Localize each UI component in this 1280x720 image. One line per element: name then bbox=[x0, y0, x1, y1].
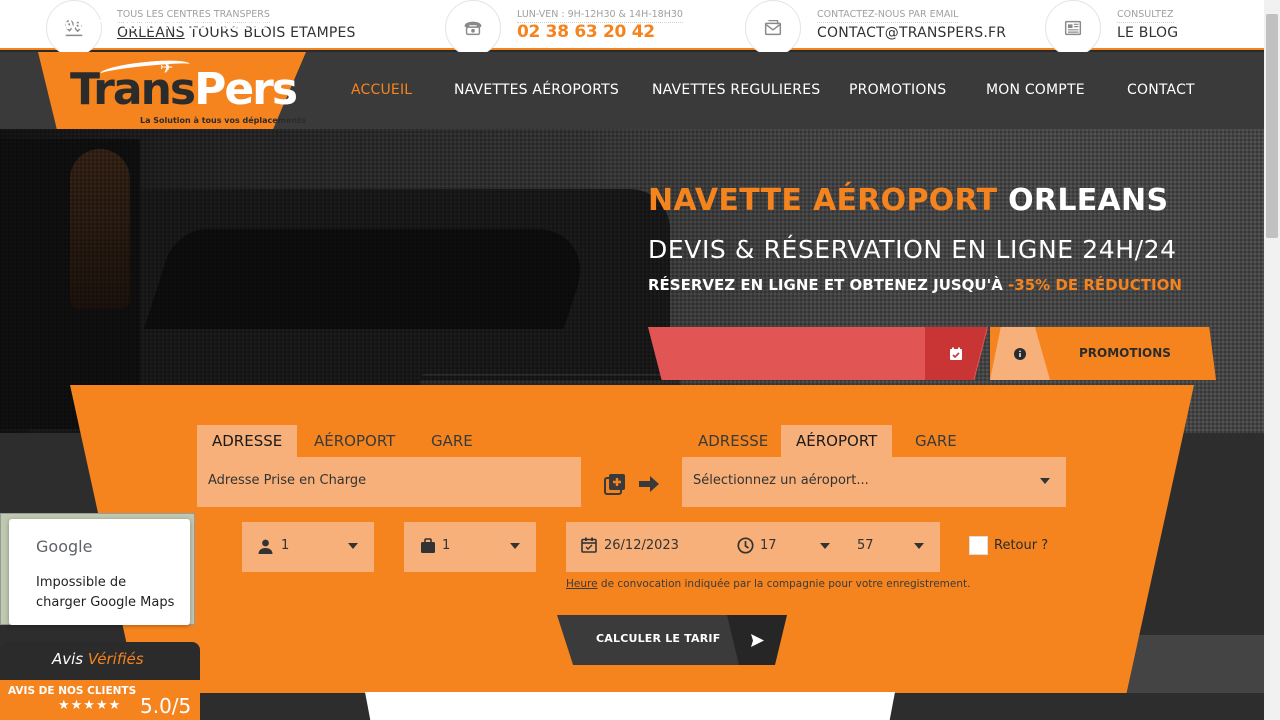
hero-title: NAVETTE AÉROPORT ORLEANS bbox=[648, 183, 1168, 218]
date-input[interactable]: 26/12/2023 bbox=[604, 538, 679, 553]
to-tab-adresse[interactable]: ADRESSE bbox=[683, 425, 783, 457]
passengers-select[interactable]: 1 bbox=[242, 522, 374, 572]
opening-hours: LUN-VEN : 9H-12H30 & 14H-18H30 bbox=[517, 9, 683, 23]
return-label: Retour ? bbox=[994, 538, 1049, 553]
time-help-description: de convocation indiquée par la compagnie… bbox=[600, 578, 971, 590]
add-stop-icon[interactable] bbox=[603, 472, 627, 500]
chevron-down-icon bbox=[820, 543, 830, 549]
page: TOUS LES CENTRES TRANSPERS ORLEANS TOURS… bbox=[0, 0, 1280, 720]
verified-reviews-logo: Avis Vérifiés bbox=[52, 650, 144, 668]
chevron-down-icon bbox=[914, 543, 924, 549]
email-caption: CONTACTEZ-NOUS PAR EMAIL bbox=[817, 9, 959, 23]
airport-select[interactable]: Sélectionnez un aéroport... bbox=[682, 457, 1066, 507]
suitcase-icon bbox=[421, 538, 435, 553]
person-icon bbox=[258, 539, 273, 554]
airport-select-value: Sélectionnez un aéroport... bbox=[693, 473, 869, 488]
nav-item-navettes-regulieres[interactable]: NAVETTES REGULIERES bbox=[652, 82, 820, 98]
from-tab-gare[interactable]: GARE bbox=[416, 425, 488, 457]
chevron-down-icon bbox=[1040, 478, 1050, 484]
to-tab-aeroport[interactable]: AÉROPORT bbox=[781, 425, 893, 457]
nav-item-accueil[interactable]: ACCUEIL bbox=[351, 82, 412, 98]
time-help-link[interactable]: Heure bbox=[566, 578, 598, 590]
clock-icon bbox=[737, 537, 754, 554]
blog-caption: CONSULTEZ bbox=[1117, 9, 1174, 23]
chevron-down-icon bbox=[348, 543, 358, 549]
luggage-select[interactable]: 1 bbox=[404, 522, 536, 572]
nav-item-mon-compte[interactable]: MON COMPTE bbox=[986, 82, 1085, 98]
from-tab-adresse[interactable]: ADRESSE bbox=[197, 425, 298, 457]
navettes-regulieres-label: NAVETTES RÉGULIÈRES DÈS 25€ bbox=[50, 18, 268, 32]
blog-link[interactable]: LE BLOG bbox=[1117, 25, 1178, 41]
logo-text-part2: Pers bbox=[194, 64, 298, 115]
to-tab-gare[interactable]: GARE bbox=[900, 425, 972, 457]
map-error-message: Impossible de charger Google Maps bbox=[36, 575, 175, 610]
newspaper-icon bbox=[1045, 0, 1101, 56]
from-tab-aeroport[interactable]: AÉROPORT bbox=[299, 425, 410, 457]
pickup-address-placeholder: Adresse Prise en Charge bbox=[208, 473, 367, 488]
star-rating-icon: ★★★★★ bbox=[58, 698, 122, 713]
content-section-top bbox=[365, 692, 895, 720]
return-checkbox[interactable] bbox=[969, 536, 988, 555]
email-link[interactable]: CONTACT@TRANSPERS.FR bbox=[817, 25, 1006, 41]
scrollbar-thumb[interactable] bbox=[1266, 14, 1278, 238]
logo-tagline: La Solution à tous vos déplacements bbox=[140, 116, 306, 125]
luggage-value: 1 bbox=[442, 538, 451, 553]
date-time-group: 26/12/2023 17 57 bbox=[566, 522, 940, 572]
reviews-brand-part1: Avis bbox=[52, 650, 84, 668]
email-icon bbox=[745, 0, 801, 56]
reviews-label: AVIS DE NOS CLIENTS bbox=[8, 685, 137, 697]
reviews-brand-part2: Vérifiés bbox=[87, 650, 144, 668]
centre-link-etampes[interactable]: ETAMPES bbox=[290, 25, 356, 41]
calendar-icon bbox=[581, 537, 597, 553]
phone-number-link[interactable]: 02 38 63 20 42 bbox=[517, 22, 655, 42]
hero-promo-line: RÉSERVEZ EN LIGNE ET OBTENEZ JUSQU'À -35… bbox=[648, 276, 1182, 294]
logo-text-part1: Trans bbox=[70, 64, 196, 115]
hour-select[interactable]: 17 bbox=[760, 538, 777, 553]
nav-item-navettes-aeroports[interactable]: NAVETTES AÉROPORTS bbox=[454, 82, 619, 98]
calculate-price-label: CALCULER LE TARIF bbox=[596, 632, 721, 645]
passengers-value: 1 bbox=[281, 538, 290, 553]
hero-subtitle: DEVIS & RÉSERVATION EN LIGNE 24H/24 bbox=[648, 235, 1177, 264]
hero-title-city: ORLEANS bbox=[1008, 183, 1169, 218]
nav-item-promotions[interactable]: PROMOTIONS bbox=[849, 82, 946, 98]
hero-promo-highlight: -35% DE RÉDUCTION bbox=[1008, 276, 1182, 294]
logo-text: TransPers bbox=[70, 68, 298, 112]
time-help-text: Heure de convocation indiquée par la com… bbox=[566, 578, 970, 590]
promotions-button-label: PROMOTIONS bbox=[1079, 346, 1171, 360]
reviews-score: 5.0/5 bbox=[140, 694, 192, 718]
google-logo: Google bbox=[36, 537, 93, 556]
hero-title-orange: NAVETTE AÉROPORT bbox=[648, 183, 998, 218]
phone-icon bbox=[445, 0, 501, 56]
nav-item-contact[interactable]: CONTACT bbox=[1127, 82, 1195, 98]
pickup-address-input[interactable]: Adresse Prise en Charge bbox=[197, 457, 581, 507]
minute-select[interactable]: 57 bbox=[857, 538, 874, 553]
arrow-right-icon bbox=[637, 472, 661, 500]
hero-promo-text: RÉSERVEZ EN LIGNE ET OBTENEZ JUSQU'À bbox=[648, 276, 1003, 294]
chevron-down-icon bbox=[510, 543, 520, 549]
